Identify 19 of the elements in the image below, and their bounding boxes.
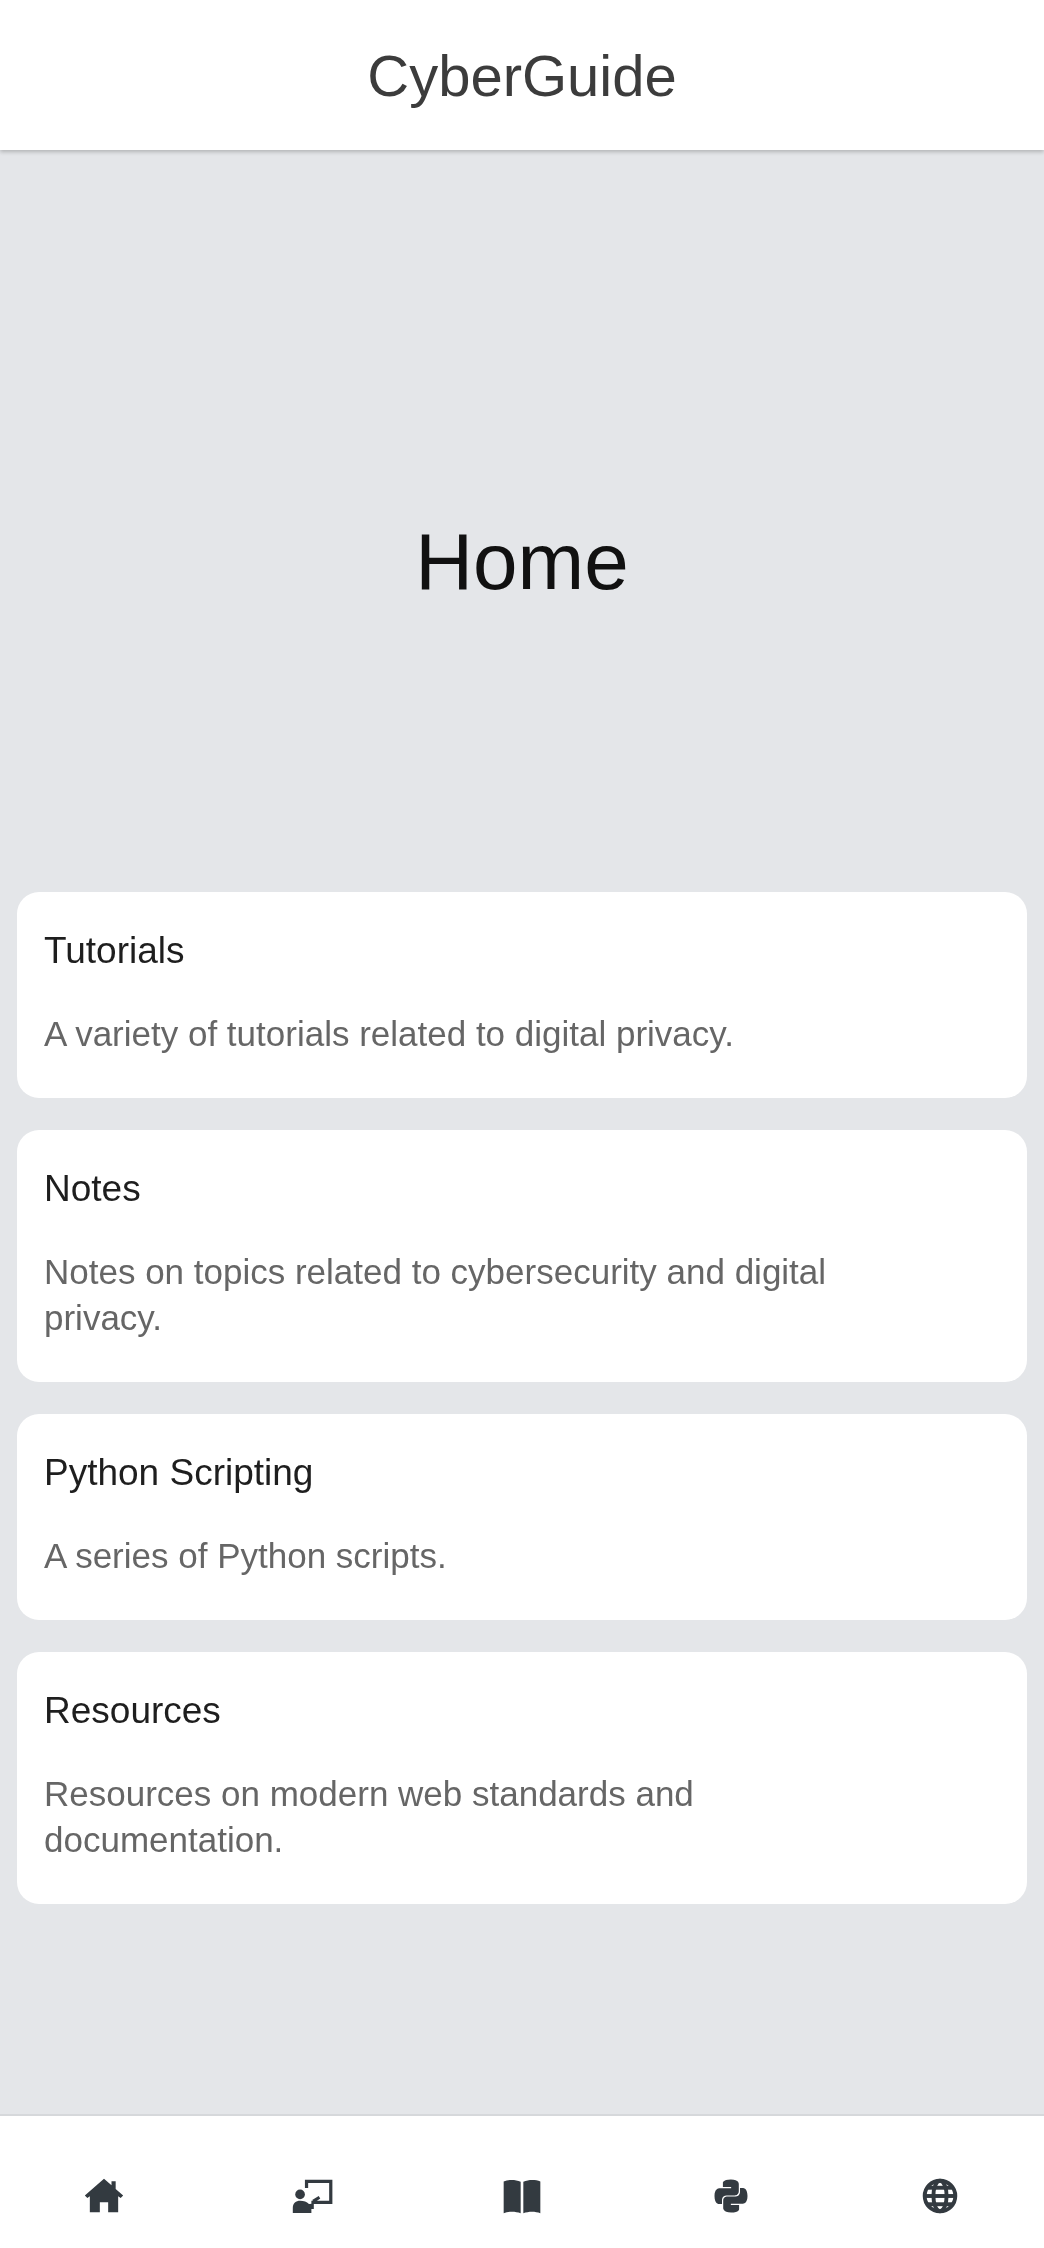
house-icon (84, 2178, 125, 2213)
app-title: CyberGuide (367, 42, 677, 110)
section-card[interactable]: Tutorials A variety of tutorials related to digital privacy. (17, 892, 1027, 1098)
card-title: Python Scripting (44, 1451, 314, 1495)
card-title: Tutorials (44, 929, 185, 973)
section-card[interactable]: Notes Notes on topics related to cybersecurity and digital privacy. (17, 1130, 1027, 1382)
book-icon (502, 2178, 542, 2215)
card-description: Notes on topics related to cybersecurity and digital privacy. (44, 1251, 828, 1339)
card-description: A variety of tutorials related to digital privacy. (44, 1013, 734, 1055)
card-title: Resources (44, 1689, 221, 1733)
section-card[interactable]: Python Scripting A series of Python scripts. (17, 1414, 1027, 1620)
card-title: Notes (44, 1167, 141, 1211)
globe-icon (921, 2178, 958, 2214)
section-card[interactable]: Resources Resources on modern web standards and documentation. (17, 1652, 1027, 1904)
python-logo-icon (712, 2178, 749, 2214)
presentation-icon (292, 2178, 335, 2214)
page-heading: Home (415, 516, 629, 608)
card-description: A series of Python scripts. (44, 1535, 447, 1577)
card-description: Resources on modern web standards and documentation. (44, 1773, 695, 1861)
